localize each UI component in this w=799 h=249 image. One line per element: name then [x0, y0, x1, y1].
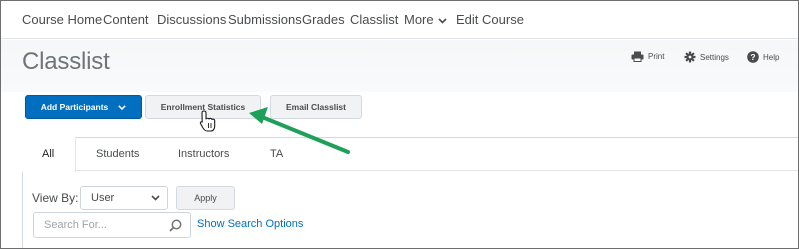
nav-more-menu[interactable]: More — [404, 12, 447, 27]
help-button[interactable]: ? Help — [747, 51, 779, 63]
nav-discussions[interactable]: Discussions — [157, 12, 226, 27]
enrollment-statistics-button[interactable]: Enrollment Statistics — [145, 95, 261, 119]
view-by-select[interactable]: User — [80, 186, 168, 210]
tab-instructors[interactable]: Instructors — [178, 148, 229, 160]
nav-classlist[interactable]: Classlist — [350, 12, 398, 27]
tab-students[interactable]: Students — [96, 148, 139, 160]
view-by-label: View By: — [32, 191, 79, 205]
chevron-down-icon — [438, 17, 447, 24]
nav-submissions[interactable]: Submissions — [228, 12, 302, 27]
view-by-value: User — [91, 192, 115, 204]
print-button[interactable]: Print — [631, 51, 664, 62]
tab-all[interactable]: All — [42, 148, 54, 160]
page-title: Classlist — [22, 48, 110, 75]
search-placeholder: Search For... — [44, 219, 107, 231]
chevron-down-icon — [151, 195, 160, 201]
email-classlist-button[interactable]: Email Classlist — [270, 95, 362, 119]
nav-content[interactable]: Content — [103, 12, 149, 27]
settings-button[interactable]: Settings — [684, 51, 729, 63]
enrollment-statistics-label: Enrollment Statistics — [160, 102, 246, 112]
nav-edit-course[interactable]: Edit Course — [456, 12, 524, 27]
tab-ta[interactable]: TA — [270, 148, 283, 160]
chevron-down-icon — [118, 104, 126, 110]
help-label: Help — [763, 52, 780, 62]
apply-button[interactable]: Apply — [176, 186, 235, 210]
nav-more-label: More — [404, 12, 434, 27]
add-participants-button[interactable]: Add Participants — [25, 95, 142, 119]
printer-icon — [631, 51, 644, 62]
help-icon: ? — [747, 51, 759, 63]
print-label: Print — [648, 52, 665, 61]
page-header — [1, 40, 798, 92]
svg-text:?: ? — [750, 52, 755, 62]
settings-label: Settings — [700, 52, 729, 62]
add-participants-label: Add Participants — [40, 102, 109, 112]
email-classlist-label: Email Classlist — [285, 102, 346, 112]
nav-course-home[interactable]: Course Home — [22, 12, 102, 27]
search-input[interactable]: Search For... — [33, 212, 191, 238]
show-search-options-link[interactable]: Show Search Options — [197, 218, 303, 230]
nav-grades[interactable]: Grades — [302, 12, 345, 27]
gear-icon — [684, 51, 696, 63]
apply-label: Apply — [194, 193, 217, 203]
search-icon — [169, 219, 182, 232]
